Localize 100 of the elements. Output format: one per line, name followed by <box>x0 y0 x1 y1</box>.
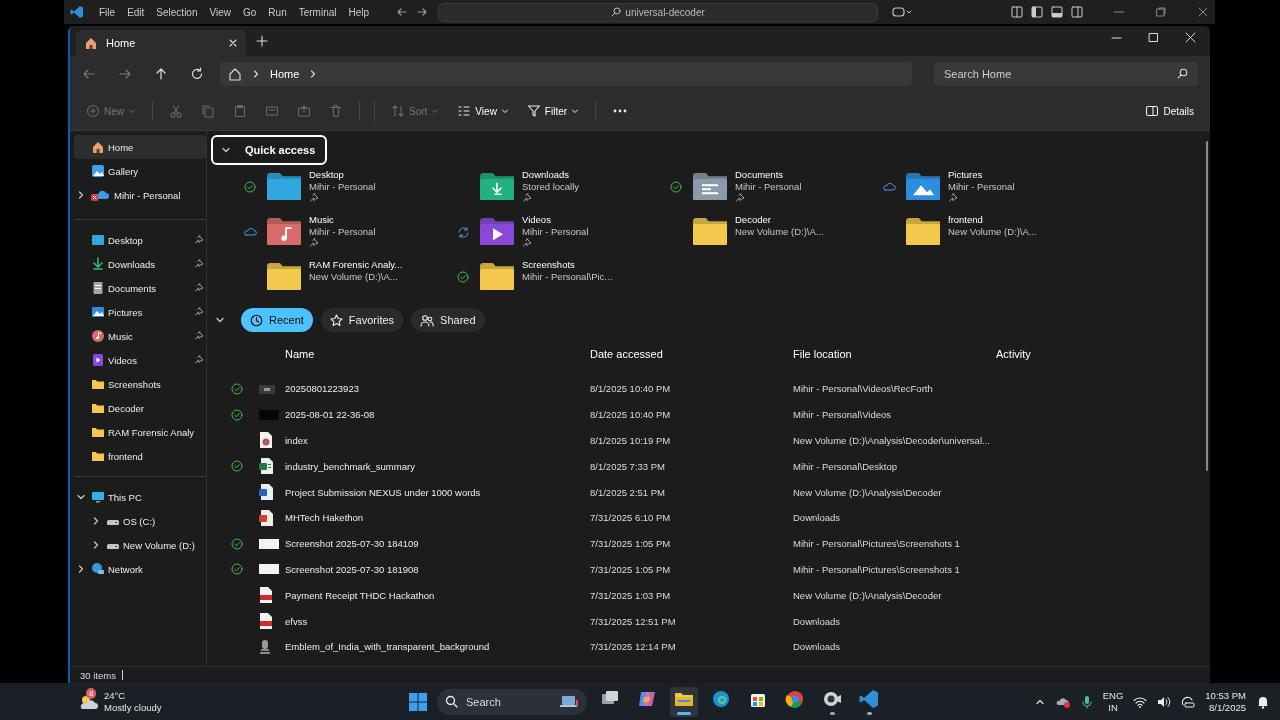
secondary-sidebar-icon[interactable] <box>1071 6 1083 18</box>
sidebar-item[interactable]: Music <box>74 324 206 348</box>
details-button[interactable]: Details <box>1139 100 1200 122</box>
column-header[interactable]: Name <box>285 342 590 366</box>
documents-folder-icon <box>693 173 727 200</box>
section-header[interactable]: Quick access <box>211 135 328 165</box>
sidebar-item[interactable]: Network <box>74 557 206 581</box>
menu-item[interactable]: Run <box>263 4 292 20</box>
file-name[interactable]: Payment Receipt THDC Hackathon <box>285 582 590 609</box>
menu-item[interactable]: View <box>204 4 236 20</box>
layout-icon[interactable] <box>1011 6 1023 18</box>
quick-access-item[interactable]: Documents Mihir - Personal <box>667 169 880 214</box>
sidebar-item[interactable]: This PC <box>74 485 206 509</box>
quick-access-item[interactable]: Videos Mihir - Personal <box>454 214 667 259</box>
filter-tab[interactable]: Favorites <box>320 308 404 332</box>
chevron-right-icon[interactable] <box>76 564 86 574</box>
back-arrow-icon[interactable] <box>396 6 409 18</box>
laptop-icon <box>559 694 579 709</box>
file-name[interactable]: Screenshot 2025-07-30 181908 <box>285 556 590 583</box>
column-header[interactable]: Activity <box>996 342 1136 366</box>
videos-folder-icon <box>480 218 514 245</box>
battery-plug-icon[interactable] <box>1181 695 1196 708</box>
search-box[interactable]: Search <box>437 688 587 715</box>
forward-arrow-icon[interactable] <box>416 6 429 18</box>
sidebar-item[interactable]: Decoder <box>74 396 206 420</box>
column-header[interactable]: Date accessed <box>590 342 793 366</box>
sidebar-item[interactable]: Documents <box>74 276 206 300</box>
quick-access-item[interactable]: Music Mihir - Personal <box>241 214 454 259</box>
folder-icon <box>480 263 514 290</box>
quick-access-item[interactable]: Decoder New Volume (D:)\A... <box>667 214 880 259</box>
maximize-icon[interactable] <box>1148 32 1159 43</box>
quick-access-item[interactable]: frontend New Volume (D:)\A... <box>880 214 1093 259</box>
file-name[interactable]: efvss <box>285 608 590 634</box>
panel-toggle-icon[interactable] <box>1051 6 1063 18</box>
chevron-down-icon[interactable] <box>76 492 86 502</box>
quick-access-item[interactable]: Screenshots Mihir - Personal\Pic... <box>454 259 667 304</box>
sidebar-item[interactable]: Videos <box>74 348 206 372</box>
sidebar-item[interactable]: New Volume (D:) <box>74 533 206 557</box>
scrollbar[interactable] <box>1206 141 1208 471</box>
sidebar-item[interactable]: RAM Forensic Analy <box>74 420 206 444</box>
menu-item[interactable]: Selection <box>151 4 203 20</box>
plus-icon[interactable] <box>256 35 268 47</box>
file-name[interactable]: 20250801223923 <box>285 376 590 402</box>
tab[interactable]: Home <box>76 30 246 56</box>
file-name[interactable]: industry_benchmark_summary <box>285 453 590 480</box>
sidebar-item[interactable]: Mihir - Personal <box>74 183 206 207</box>
taskbar-app[interactable] <box>670 686 698 717</box>
file-name[interactable]: index <box>285 427 590 454</box>
star-icon <box>329 313 343 327</box>
sidebar-item[interactable]: Gallery <box>74 159 206 183</box>
command-center[interactable]: universal-decoder <box>438 2 879 22</box>
chevron-right-icon[interactable] <box>91 516 101 526</box>
up-arrow-icon[interactable] <box>154 67 168 81</box>
chevron-right-icon[interactable] <box>91 540 101 550</box>
quick-access-item[interactable]: Desktop Mihir - Personal <box>241 169 454 214</box>
forward-arrow-icon[interactable] <box>118 67 132 81</box>
sidebar-item[interactable]: Downloads <box>74 252 206 276</box>
menu-item[interactable]: File <box>94 4 121 20</box>
filter-tab[interactable]: Shared <box>411 308 485 332</box>
sidebar-toggle-icon[interactable] <box>1031 6 1043 18</box>
breadcrumb[interactable]: Home <box>270 68 300 80</box>
wifi-icon[interactable] <box>1133 695 1148 708</box>
menu-item[interactable]: Go <box>238 4 262 20</box>
chevron-right-icon[interactable] <box>76 190 86 200</box>
clock-date[interactable]: 8/1/2025 <box>1209 701 1246 714</box>
menu-item[interactable]: Edit <box>122 4 150 20</box>
speaker-icon[interactable] <box>1157 695 1172 708</box>
filter-button[interactable]: Filter <box>520 100 586 122</box>
notification-bell-icon[interactable] <box>1256 694 1270 709</box>
sidebar-item[interactable]: frontend <box>74 444 206 468</box>
file-name[interactable]: Screenshot 2025-07-30 184109 <box>285 530 590 557</box>
sidebar-item[interactable]: Desktop <box>74 228 206 252</box>
file-name[interactable]: Project Submission NEXUS under 1000 words <box>285 479 590 505</box>
sidebar-item[interactable]: Home <box>74 135 206 159</box>
restore-icon[interactable] <box>1155 6 1167 18</box>
back-arrow-icon[interactable] <box>82 67 96 81</box>
view-button[interactable]: View <box>451 100 515 122</box>
clock-time[interactable]: 10:53 PM <box>1205 689 1246 702</box>
language-indicator[interactable]: ENG <box>1102 689 1124 702</box>
address-bar[interactable]: Home <box>220 62 912 86</box>
sidebar-item[interactable]: Screenshots <box>74 372 206 396</box>
filter-tab[interactable]: Recent <box>241 308 313 332</box>
start-icon[interactable] <box>408 691 428 712</box>
file-name[interactable]: 2025-08-01 22-36-08 <box>285 401 590 428</box>
menu-item[interactable]: Terminal <box>293 4 342 20</box>
file-name[interactable]: MHTech Hakethon <box>285 505 590 531</box>
menu-item[interactable]: Help <box>343 4 375 20</box>
microphone-icon[interactable] <box>1080 694 1093 709</box>
chevron-right-icon <box>252 69 260 79</box>
column-header[interactable]: File location <box>793 342 996 366</box>
quick-access-item[interactable]: Pictures Mihir - Personal <box>880 169 1093 214</box>
search-field[interactable]: Search Home <box>934 62 1198 86</box>
sidebar-item[interactable]: Pictures <box>74 300 206 324</box>
quick-access-item[interactable]: RAM Forensic Analy... New Volume (D:)\A... <box>241 259 454 304</box>
chevron-down-icon[interactable] <box>215 315 225 325</box>
refresh-icon[interactable] <box>190 67 204 81</box>
language-indicator[interactable]: IN <box>1108 701 1118 714</box>
quick-access-item[interactable]: Downloads Stored locally <box>454 169 667 214</box>
sidebar-item[interactable]: OS (C:) <box>74 509 206 533</box>
file-name[interactable]: Emblem_of_India_with_transparent_background <box>285 633 590 660</box>
